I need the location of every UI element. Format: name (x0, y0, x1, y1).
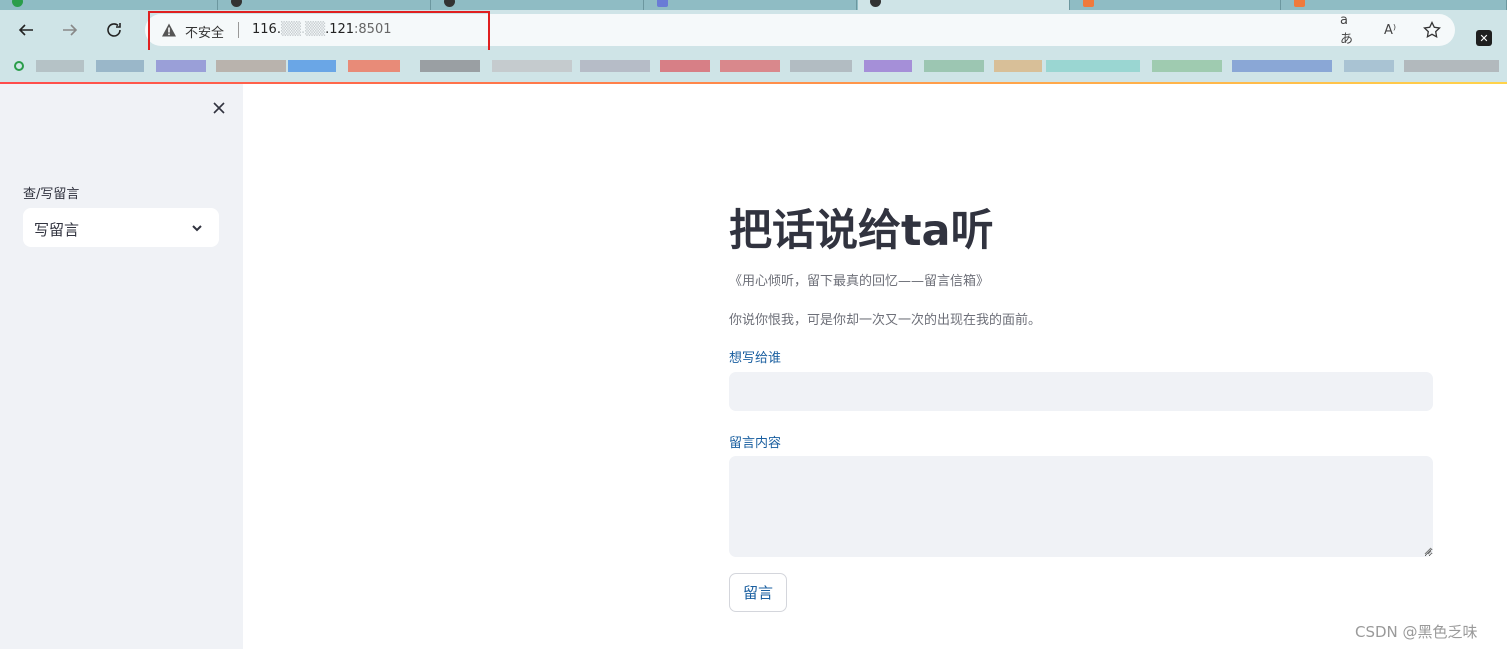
bookmark-item[interactable] (216, 60, 286, 72)
select-label: 查/写留言 (23, 187, 80, 202)
bookmark-item[interactable] (994, 60, 1042, 72)
close-icon (213, 102, 225, 114)
highlight-box (148, 11, 490, 54)
tab-favicon-icon (231, 0, 242, 7)
recipient-input[interactable] (729, 372, 1433, 411)
bookmark-item[interactable] (1046, 60, 1140, 72)
browser-tab[interactable] (432, 0, 644, 10)
tab-favicon-icon (657, 0, 668, 7)
select-value: 写留言 (34, 221, 80, 239)
browser-tab[interactable] (0, 0, 218, 10)
browser-tab[interactable] (1071, 0, 1281, 10)
browser-tab[interactable] (645, 0, 857, 10)
arrow-left-icon (18, 24, 33, 36)
bookmark-item[interactable] (288, 60, 336, 72)
bookmark-item[interactable] (1404, 60, 1499, 72)
read-aloud-icon[interactable]: A⁾ (1380, 20, 1400, 40)
favorite-star-icon[interactable] (1422, 20, 1442, 40)
bookmark-item[interactable] (580, 60, 650, 72)
tab-favicon-icon (1083, 0, 1094, 7)
bookmark-item[interactable] (348, 60, 400, 72)
page-title: 把话说给ta听 (729, 206, 994, 256)
submit-button[interactable]: 留言 (729, 573, 787, 612)
chevron-down-icon (192, 225, 202, 232)
bookmark-icon[interactable] (14, 61, 24, 71)
bookmark-item[interactable] (420, 60, 480, 72)
bookmark-item[interactable] (924, 60, 984, 72)
back-button[interactable] (12, 16, 40, 44)
bookmark-item[interactable] (720, 60, 780, 72)
intro-paragraph: 你说你恨我，可是你却一次又一次的出现在我的面前。 (729, 313, 1042, 328)
browser-tab-active[interactable] (858, 0, 1070, 10)
tab-favicon-icon (12, 0, 23, 7)
bookmark-item[interactable] (1344, 60, 1394, 72)
bookmark-item[interactable] (492, 60, 572, 72)
bookmark-item[interactable] (1152, 60, 1222, 72)
tab-favicon-icon (870, 0, 881, 7)
watermark: CSDN @黑色乏味 (1355, 623, 1478, 641)
forward-button[interactable] (56, 16, 84, 44)
reload-icon (107, 23, 121, 37)
resize-grip-icon[interactable] (1423, 546, 1432, 555)
recipient-label: 想写给谁 (729, 351, 782, 366)
reload-button[interactable] (100, 16, 128, 44)
bookmark-item[interactable] (36, 60, 84, 72)
tab-favicon-icon (1294, 0, 1305, 7)
extension-x-icon[interactable]: ✕ (1476, 30, 1492, 46)
bookmark-item[interactable] (660, 60, 710, 72)
main-content: 把话说给ta听 《用心倾听，留下最真的回忆——留言信箱》 你说你恨我，可是你却一… (243, 84, 1507, 649)
sidebar-close-button[interactable] (209, 98, 229, 118)
tab-favicon-icon (444, 0, 455, 7)
bookmark-item[interactable] (1232, 60, 1332, 72)
bookmark-item[interactable] (96, 60, 144, 72)
page-subtitle: 《用心倾听，留下最真的回忆——留言信箱》 (729, 274, 990, 289)
bookmarks-bar (0, 50, 1507, 82)
browser-tab[interactable] (219, 0, 431, 10)
arrow-right-icon (63, 24, 78, 36)
sidebar: 查/写留言 写留言 (0, 84, 243, 649)
browser-tab[interactable] (1282, 0, 1507, 10)
bookmark-item[interactable] (864, 60, 912, 72)
message-textarea[interactable] (729, 456, 1433, 557)
message-label: 留言内容 (729, 436, 782, 451)
bookmark-item[interactable] (790, 60, 852, 72)
translate-icon[interactable]: aあ (1340, 13, 1360, 47)
tab-strip (0, 0, 1507, 10)
mode-select[interactable]: 写留言 (23, 208, 219, 247)
bookmark-item[interactable] (156, 60, 206, 72)
